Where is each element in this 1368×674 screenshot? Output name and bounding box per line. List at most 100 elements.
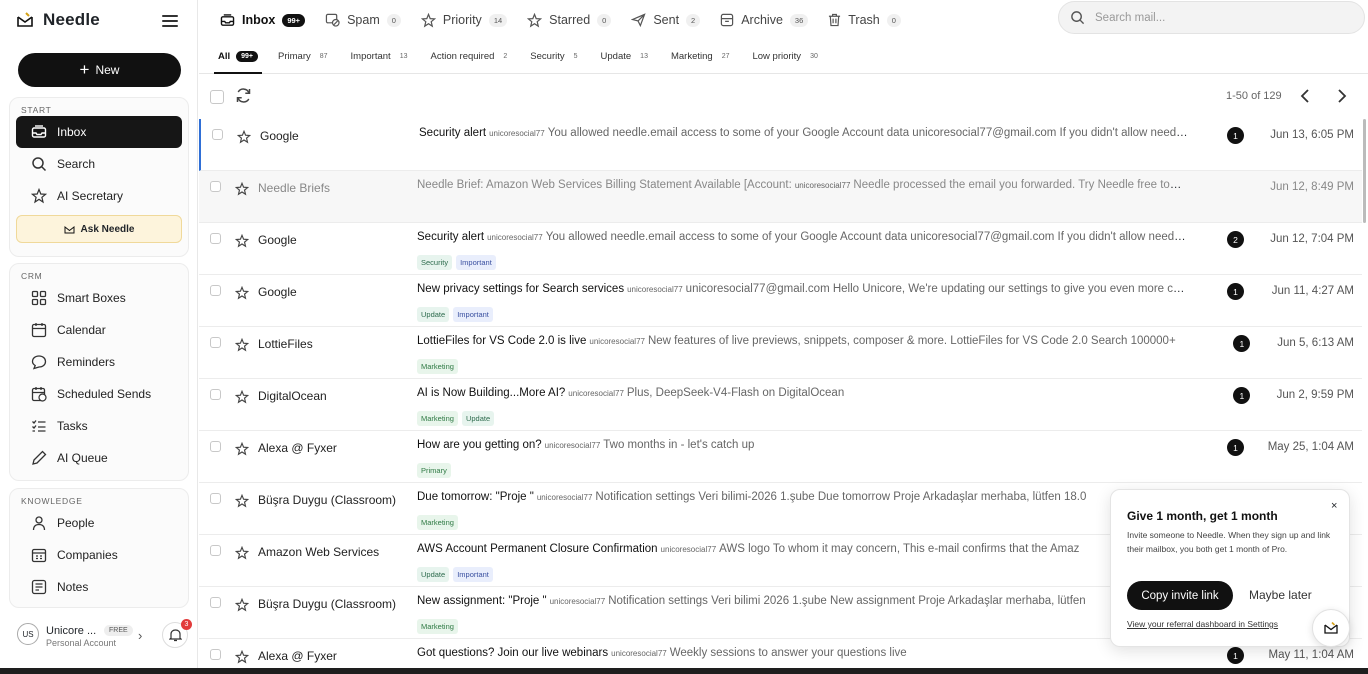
- row-checkbox[interactable]: [210, 337, 221, 348]
- account-label: unicoresocial77: [544, 441, 601, 450]
- sidebar-item-companies[interactable]: Companies: [16, 539, 182, 571]
- email-row[interactable]: Needle Briefs Needle Brief: Amazon Web Se…: [199, 171, 1362, 223]
- star-icon[interactable]: [235, 286, 249, 300]
- tab-update[interactable]: Update 13: [601, 40, 651, 74]
- folder-trash[interactable]: Trash 0: [828, 0, 901, 40]
- row-checkbox[interactable]: [210, 493, 221, 504]
- search-bar[interactable]: [1058, 1, 1365, 34]
- thread-count-badge: 1: [1227, 127, 1244, 144]
- notifications-button[interactable]: 3: [162, 619, 192, 648]
- sidebar-item-notes[interactable]: Notes: [16, 571, 182, 603]
- tab-marketing[interactable]: Marketing 27: [671, 40, 733, 74]
- sidebar-item-reminders[interactable]: Reminders: [16, 346, 182, 378]
- star-icon[interactable]: [235, 650, 249, 664]
- new-button[interactable]: + New: [18, 53, 181, 87]
- plan-badge: FREE: [104, 625, 133, 636]
- email-subject: New privacy settings for Search services: [417, 283, 625, 295]
- tab-action-required[interactable]: Action required 2: [430, 40, 510, 74]
- email-row[interactable]: Alexa @ Fyxer How are you getting on? unic…: [199, 431, 1362, 483]
- tab-primary[interactable]: Primary 87: [278, 40, 331, 74]
- email-snippet: You allowed needle.email access to some …: [547, 127, 1189, 139]
- sidebar-item-tasks[interactable]: Tasks: [16, 410, 182, 442]
- row-checkbox[interactable]: [210, 181, 221, 192]
- star-icon[interactable]: [235, 442, 249, 456]
- email-subject: Due tomorrow: "Proje ": [417, 491, 534, 503]
- account-label: unicoresocial77: [611, 649, 667, 658]
- refresh-icon[interactable]: [235, 87, 252, 104]
- row-checkbox[interactable]: [210, 597, 221, 608]
- building-icon: [31, 548, 47, 563]
- tab-low-priority[interactable]: Low priority 30: [752, 40, 820, 74]
- star-icon[interactable]: [235, 598, 249, 612]
- ask-needle-button[interactable]: Ask Needle: [16, 215, 182, 243]
- tag-marketing: Marketing: [417, 411, 458, 426]
- referral-dashboard-link[interactable]: View your referral dashboard in Settings: [1127, 619, 1278, 629]
- tab-count: 13: [640, 53, 648, 60]
- new-button-label: New: [95, 63, 120, 77]
- sidebar-item-ai-queue[interactable]: AI Queue: [16, 442, 182, 474]
- sidebar-item-calendar[interactable]: Calendar: [16, 314, 182, 346]
- tab-security[interactable]: Security 5: [530, 40, 580, 74]
- chevron-left-icon[interactable]: [1298, 88, 1312, 104]
- star-icon[interactable]: [235, 234, 249, 248]
- tab-count: 87: [319, 53, 328, 60]
- folder-inbox[interactable]: Inbox 99+: [220, 0, 306, 40]
- star-icon[interactable]: [235, 182, 249, 196]
- tab-label: Low priority: [752, 51, 802, 62]
- star-icon[interactable]: [235, 390, 249, 404]
- search-input[interactable]: [1095, 11, 1335, 24]
- sidebar-item-people[interactable]: People: [16, 507, 182, 539]
- folder-spam[interactable]: Spam 0: [325, 0, 401, 40]
- send-icon: [631, 13, 646, 27]
- sidebar-item-search[interactable]: Search: [16, 148, 182, 180]
- app-logo[interactable]: Needle: [16, 10, 100, 30]
- folder-archive[interactable]: Archive 36: [720, 0, 809, 40]
- select-all-checkbox[interactable]: [210, 90, 224, 104]
- checklist-icon: [32, 420, 46, 432]
- email-row[interactable]: Google Security alert unicoresocial77 You a…: [199, 119, 1362, 171]
- account-label: unicoresocial77: [489, 129, 545, 138]
- email-snippet: Notification settings Veri bilimi-2026 1…: [595, 491, 1087, 503]
- email-row[interactable]: LottieFiles LottieFiles for VS Code 2.0 i…: [199, 327, 1362, 379]
- list-scrollbar[interactable]: [1363, 119, 1366, 223]
- tab-count: 27: [721, 53, 730, 60]
- row-checkbox[interactable]: [210, 649, 221, 660]
- email-date: Jun 13, 6:05 PM: [1270, 129, 1354, 141]
- tab-label: Primary: [278, 51, 311, 62]
- folder-sent[interactable]: Sent 2: [631, 0, 701, 40]
- folder-priority[interactable]: Priority 14: [420, 0, 508, 40]
- tab-label: Security: [530, 51, 565, 62]
- tab-important[interactable]: Important 13: [351, 40, 411, 74]
- star-icon[interactable]: [235, 546, 249, 560]
- taskbar-strip: [0, 668, 1368, 674]
- maybe-later-button[interactable]: Maybe later: [1249, 588, 1312, 602]
- email-summary: New assignment: "Proje " unicoresocial77 N…: [417, 595, 1187, 607]
- row-checkbox[interactable]: [212, 129, 223, 140]
- row-checkbox[interactable]: [210, 389, 221, 400]
- folder-starred[interactable]: Starred 0: [527, 0, 612, 40]
- chevron-right-icon[interactable]: ›: [138, 628, 142, 643]
- tab-all[interactable]: All 99+: [213, 40, 263, 74]
- sidebar-item-smart-boxes[interactable]: Smart Boxes: [16, 282, 182, 314]
- email-row[interactable]: Google New privacy settings for Search se…: [199, 275, 1362, 327]
- email-row[interactable]: DigitalOcean AI is Now Building...More AI…: [199, 379, 1362, 431]
- sidebar-item-scheduled-sends[interactable]: Scheduled Sends: [16, 378, 182, 410]
- menu-toggle-icon[interactable]: [162, 13, 178, 27]
- copy-invite-link-button[interactable]: Copy invite link: [1127, 581, 1233, 610]
- sidebar-item-inbox[interactable]: Inbox: [16, 116, 182, 148]
- row-checkbox[interactable]: [210, 233, 221, 244]
- email-summary: Security alert unicoresocial77 You allowed…: [417, 231, 1187, 243]
- sidebar-item-ai-secretary[interactable]: AI Secretary: [16, 180, 182, 212]
- row-checkbox[interactable]: [210, 441, 221, 452]
- star-icon[interactable]: [235, 338, 249, 352]
- row-checkbox[interactable]: [210, 545, 221, 556]
- user-account-bar[interactable]: US Unicore ... FREE Personal Account › 3: [0, 610, 198, 662]
- star-icon[interactable]: [235, 494, 249, 508]
- close-icon[interactable]: ×: [1331, 500, 1337, 512]
- row-checkbox[interactable]: [210, 285, 221, 296]
- sender-name: LottieFiles: [258, 337, 313, 351]
- star-icon[interactable]: [237, 130, 251, 144]
- email-row[interactable]: Google Security alert unicoresocial77 You a…: [199, 223, 1362, 275]
- needle-assistant-button[interactable]: [1312, 609, 1350, 647]
- chevron-right-icon[interactable]: [1335, 88, 1349, 104]
